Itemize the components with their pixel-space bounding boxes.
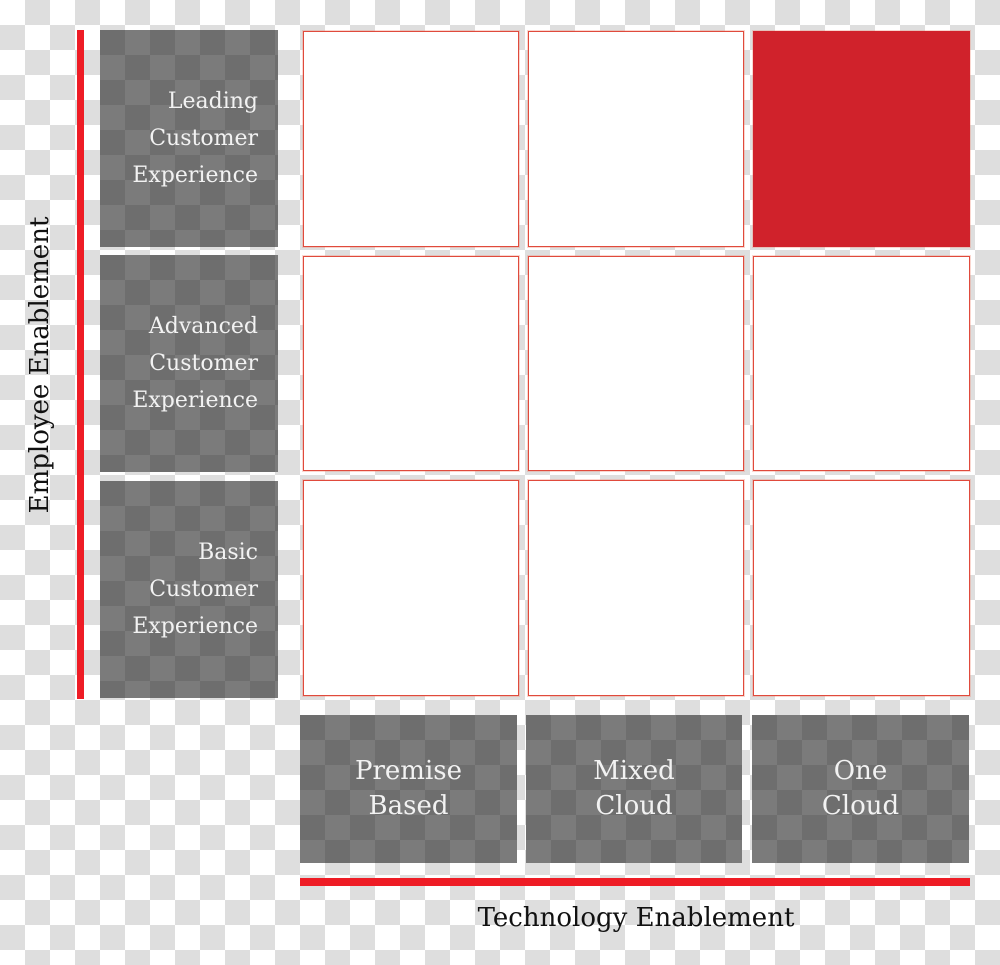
col-label-mixed-cloud: Mixed Cloud <box>526 715 742 863</box>
cell-advanced-premise <box>303 256 519 471</box>
row-label-basic: Basic Customer Experience <box>100 481 278 698</box>
y-axis-title: Employee Enablement <box>25 216 55 514</box>
x-axis-title: Technology Enablement <box>477 903 795 933</box>
row-label-advanced: Advanced Customer Experience <box>100 255 278 472</box>
cell-basic-premise <box>303 480 519 696</box>
cell-basic-mixed <box>528 480 744 696</box>
x-axis-line <box>300 878 970 886</box>
y-axis-line <box>77 30 84 699</box>
cell-leading-mixed <box>528 31 744 247</box>
cell-advanced-mixed <box>528 256 744 471</box>
col-label-one-cloud: One Cloud <box>752 715 969 863</box>
cell-advanced-onecloud <box>753 256 970 471</box>
cell-basic-onecloud <box>753 480 970 696</box>
row-label-leading: Leading Customer Experience <box>100 30 278 247</box>
col-label-premise-based: Premise Based <box>300 715 517 863</box>
cell-leading-onecloud-highlighted <box>753 31 970 247</box>
cell-leading-premise <box>303 31 519 247</box>
